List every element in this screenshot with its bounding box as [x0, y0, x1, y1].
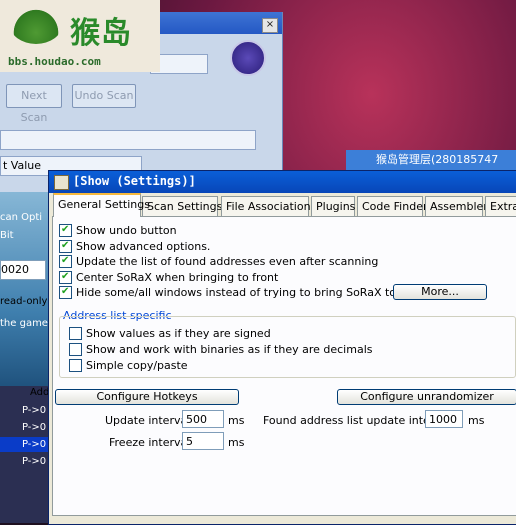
- chat-window-title: 猴岛管理层(280185747: [346, 150, 516, 170]
- hide-windows-label: Hide some/all windows instead of trying …: [76, 286, 426, 299]
- checkbox-box[interactable]: [59, 222, 72, 237]
- tab-plugins[interactable]: Plugins: [311, 196, 355, 216]
- value-field[interactable]: 0020: [0, 260, 46, 280]
- logo-name: 猴岛: [70, 16, 132, 51]
- tab-code-finder[interactable]: Code Finder: [357, 196, 427, 216]
- configure-hotkeys-button[interactable]: Configure Hotkeys: [55, 389, 239, 405]
- freeze-interval-unit: ms: [228, 436, 245, 449]
- palm-tree-icon: [10, 6, 62, 44]
- tab-file-associations[interactable]: File Associations: [221, 196, 316, 216]
- simple-copy-label: Simple copy/paste: [86, 359, 188, 372]
- center-sorax-label: Center SoRaX when bringing to front: [76, 271, 279, 284]
- checkbox-box[interactable]: [69, 342, 82, 356]
- show-signed-checkbox[interactable]: Show values as if they are signed: [69, 326, 271, 341]
- address-column-header: Add: [30, 387, 50, 398]
- address-row-selected[interactable]: P->0: [0, 437, 48, 452]
- the-game-label: the game: [0, 318, 48, 329]
- general-settings-panel: Show undo button Show advanced options. …: [52, 216, 516, 516]
- checkbox-box[interactable]: [59, 238, 72, 253]
- show-undo-label: Show undo button: [76, 224, 177, 237]
- update-interval-label: Update interval: [105, 414, 191, 427]
- checkbox-box[interactable]: [59, 253, 72, 268]
- found-list-interval-unit: ms: [468, 414, 485, 427]
- next-scan-button[interactable]: Next Scan: [6, 84, 62, 124]
- update-list-label: Update the list of found addresses even …: [76, 255, 379, 268]
- settings-gear-button[interactable]: [230, 40, 266, 76]
- show-advanced-checkbox[interactable]: Show advanced options.: [59, 238, 211, 254]
- address-row[interactable]: P->0: [0, 454, 48, 469]
- show-binaries-checkbox[interactable]: Show and work with binaries as if they a…: [69, 342, 372, 357]
- show-binaries-label: Show and work with binaries as if they a…: [86, 343, 373, 356]
- app-icon: [54, 175, 69, 190]
- tab-assembler[interactable]: Assembler: [425, 196, 488, 216]
- center-sorax-checkbox[interactable]: Center SoRaX when bringing to front: [59, 269, 279, 285]
- undo-scan-button[interactable]: Undo Scan: [72, 84, 136, 108]
- dialog-title: [Show (Settings)]: [73, 174, 196, 188]
- hide-windows-checkbox[interactable]: Hide some/all windows instead of trying …: [59, 284, 426, 300]
- configure-unrandomizer-button[interactable]: Configure unrandomizer: [337, 389, 516, 405]
- tab-scan-settings[interactable]: Scan Settings: [142, 196, 222, 216]
- more-button[interactable]: More...: [393, 284, 487, 300]
- simple-copy-checkbox[interactable]: Simple copy/paste: [69, 358, 188, 373]
- main-window-close-button[interactable]: ×: [262, 18, 278, 33]
- freeze-interval-label: Freeze interval: [109, 436, 191, 449]
- value-input[interactable]: [0, 130, 256, 150]
- logo-url: bbs.houdao.com: [8, 55, 101, 68]
- checkbox-box[interactable]: [69, 326, 82, 340]
- show-undo-checkbox[interactable]: Show undo button: [59, 222, 177, 238]
- update-interval-unit: ms: [228, 414, 245, 427]
- checkbox-box[interactable]: [59, 284, 72, 299]
- show-advanced-label: Show advanced options.: [76, 240, 211, 253]
- update-list-checkbox[interactable]: Update the list of found addresses even …: [59, 253, 379, 269]
- freeze-interval-input[interactable]: 5: [182, 432, 224, 450]
- site-logo: 猴岛 bbs.houdao.com: [0, 0, 160, 72]
- found-list-interval-label: Found address list update interval: [263, 414, 451, 427]
- found-list-interval-input[interactable]: 1000: [425, 410, 463, 428]
- tab-extra[interactable]: Extra: [485, 196, 516, 216]
- checkbox-box[interactable]: [69, 358, 82, 372]
- settings-dialog: [Show (Settings)] General Settings Scan …: [48, 170, 516, 525]
- update-interval-input[interactable]: 500: [182, 410, 224, 428]
- read-only-label: read-only: [0, 296, 48, 307]
- tab-general-settings[interactable]: General Settings: [53, 193, 150, 217]
- scan-options-label: can Opti: [0, 212, 43, 223]
- show-signed-label: Show values as if they are signed: [86, 327, 271, 340]
- address-row[interactable]: P->0: [0, 403, 48, 418]
- dialog-titlebar[interactable]: [Show (Settings)]: [49, 171, 516, 193]
- checkbox-box[interactable]: [59, 269, 72, 284]
- address-row[interactable]: P->0: [0, 420, 48, 435]
- bit-label: Bit: [0, 230, 14, 241]
